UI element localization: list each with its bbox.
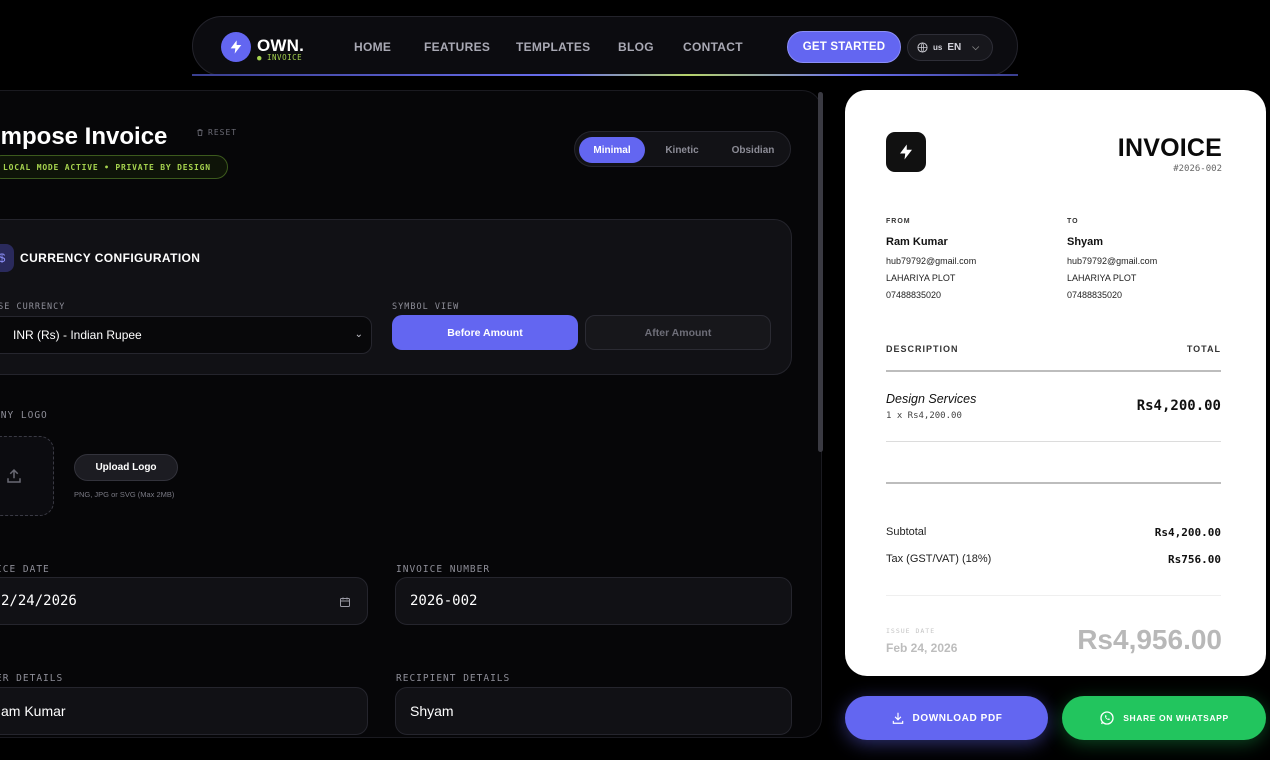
invoice-date-label: ICE DATE <box>0 564 50 575</box>
invoice-number-label: INVOICE NUMBER <box>396 564 491 575</box>
theme-obsidian[interactable]: Obsidian <box>719 137 787 163</box>
recipient-name-input[interactable]: Shyam <box>395 687 792 735</box>
reset-label: RESET <box>208 128 238 137</box>
chevron-down-icon: ⌄ <box>354 329 363 340</box>
from-email: hub79792@gmail.com <box>886 256 977 266</box>
reset-button[interactable]: RESET <box>196 128 237 137</box>
globe-icon <box>917 42 928 53</box>
line-item-amount: Rs4,200.00 <box>1136 398 1221 414</box>
page-title: ompose Invoice <box>0 123 168 150</box>
to-name: Shyam <box>1067 236 1104 248</box>
issue-date-value: Feb 24, 2026 <box>886 641 958 655</box>
invoice-heading: INVOICE <box>1117 134 1222 162</box>
theme-switcher: Minimal Kinetic Obsidian <box>574 131 791 167</box>
invoice-date-value: 2/24/2026 <box>1 593 77 609</box>
nav-home[interactable]: HOME <box>354 40 391 54</box>
total-header: TOTAL <box>1186 344 1221 354</box>
trash-icon <box>197 129 203 136</box>
base-currency-select[interactable]: INR (Rs) - Indian Rupee ⌄ <box>0 316 372 354</box>
to-phone: 07488835020 <box>1067 290 1123 300</box>
share-whatsapp-label: SHARE ON WHATSAPP <box>1123 713 1229 723</box>
share-whatsapp-button[interactable]: SHARE ON WHATSAPP <box>1062 696 1266 740</box>
brand-subtitle: ● INVOICE <box>257 53 303 62</box>
base-currency-label: ASE CURRENCY <box>0 302 66 312</box>
upload-hint: PNG, JPG or SVG (Max 2MB) <box>74 490 175 499</box>
logo-dropzone[interactable] <box>0 436 54 516</box>
from-label: FROM <box>886 218 911 225</box>
calendar-icon[interactable] <box>339 596 351 608</box>
top-nav: OWN. ● INVOICE HOME FEATURES TEMPLATES B… <box>192 16 1018 76</box>
upload-logo-button[interactable]: Upload Logo <box>74 454 178 481</box>
tax-label: Tax (GST/VAT) (18%) <box>886 553 992 565</box>
currency-title: CURRENCY CONFIGURATION <box>20 251 201 265</box>
from-phone: 07488835020 <box>886 290 942 300</box>
divider <box>886 595 1221 596</box>
invoice-number: #2026-002 <box>1173 164 1222 174</box>
description-header: DESCRIPTION <box>886 344 959 354</box>
invoice-date-input[interactable]: 2/24/2026 <box>0 577 368 625</box>
divider <box>886 482 1221 484</box>
nav-underline <box>192 74 1018 76</box>
symbol-view-label: SYMBOL VIEW <box>392 302 460 312</box>
nav-features[interactable]: FEATURES <box>424 40 490 54</box>
scrollbar[interactable] <box>818 92 823 452</box>
sender-details-label: ER DETAILS <box>0 673 64 684</box>
sender-name-input[interactable]: am Kumar <box>0 687 368 735</box>
line-item-name: Design Services <box>886 392 977 406</box>
company-logo-label: ANY LOGO <box>0 410 48 421</box>
invoice-number-input[interactable]: 2026-002 <box>395 577 792 625</box>
invoice-preview: INVOICE #2026-002 FROM Ram Kumar hub7979… <box>845 90 1266 676</box>
to-address: LAHARIYA PLOT <box>1067 273 1137 283</box>
base-currency-value: INR (Rs) - Indian Rupee <box>13 328 142 342</box>
from-address: LAHARIYA PLOT <box>886 273 956 283</box>
bolt-logo-icon[interactable] <box>221 32 251 62</box>
to-email: hub79792@gmail.com <box>1067 256 1158 266</box>
divider <box>886 441 1221 442</box>
line-item-detail: 1 x Rs4,200.00 <box>886 411 962 421</box>
to-label: TO <box>1067 218 1079 225</box>
language-selector[interactable]: us EN ⌵ <box>907 34 993 61</box>
theme-kinetic[interactable]: Kinetic <box>649 137 715 163</box>
compose-panel <box>0 90 822 738</box>
nav-templates[interactable]: TEMPLATES <box>516 40 590 54</box>
download-icon <box>892 712 903 724</box>
divider <box>886 370 1221 372</box>
issue-date-label: ISSUE DATE <box>886 627 936 635</box>
after-amount-button[interactable]: After Amount <box>585 315 771 350</box>
tax-value: Rs756.00 <box>1168 553 1221 566</box>
download-pdf-label: DOWNLOAD PDF <box>912 712 1003 724</box>
invoice-logo-icon <box>886 132 926 172</box>
language-code: EN <box>947 42 962 53</box>
before-amount-button[interactable]: Before Amount <box>392 315 578 350</box>
status-badge: LOCAL MODE ACTIVE • PRIVATE BY DESIGN <box>0 155 228 179</box>
recipient-details-label: RECIPIENT DETAILS <box>396 673 511 684</box>
theme-minimal[interactable]: Minimal <box>579 137 645 163</box>
flag-label: us <box>933 43 943 52</box>
subtotal-value: Rs4,200.00 <box>1154 526 1221 539</box>
upload-icon <box>7 468 21 483</box>
download-pdf-button[interactable]: DOWNLOAD PDF <box>845 696 1048 740</box>
grand-total: Rs4,956.00 <box>1077 624 1222 655</box>
nav-blog[interactable]: BLOG <box>618 40 654 54</box>
chevron-down-icon: ⌵ <box>972 42 980 52</box>
get-started-button[interactable]: GET STARTED <box>787 31 901 63</box>
nav-contact[interactable]: CONTACT <box>683 40 743 54</box>
dollar-icon: $ <box>0 244 14 272</box>
whatsapp-icon <box>1100 711 1114 725</box>
subtotal-label: Subtotal <box>886 526 927 538</box>
from-name: Ram Kumar <box>886 236 948 248</box>
